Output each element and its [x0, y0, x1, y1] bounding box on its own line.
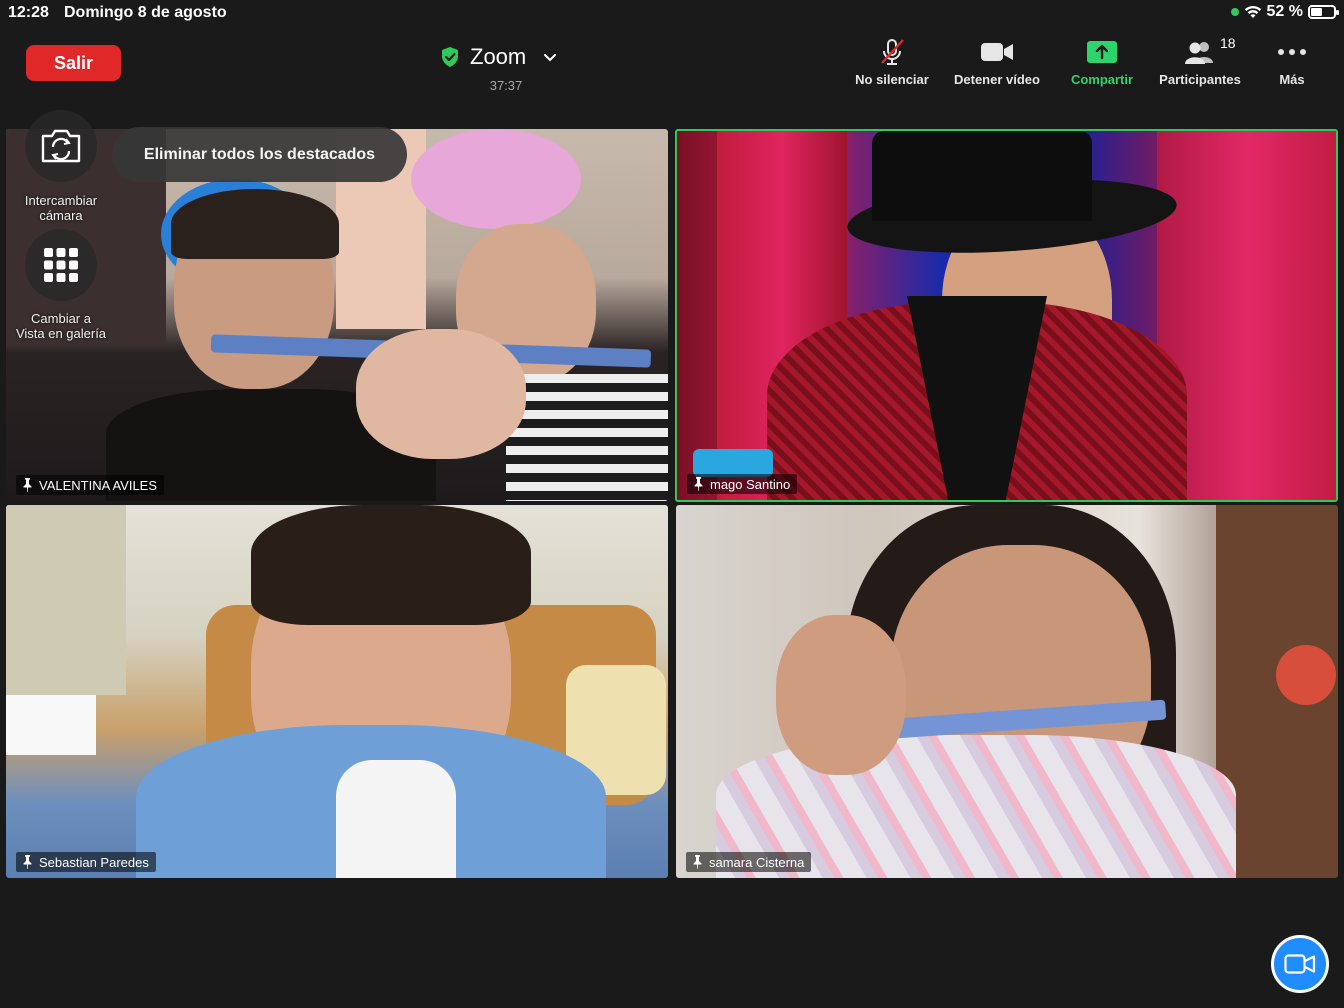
unmute-label: No silenciar	[855, 72, 929, 87]
paper-image	[6, 695, 96, 755]
hand-image	[356, 329, 526, 459]
balloon-image	[411, 129, 581, 229]
stop-video-label: Detener vídeo	[954, 72, 1040, 87]
participant-name-tag: samara Cisterna	[686, 852, 812, 872]
pin-icon	[693, 855, 702, 869]
status-bar: 12:28 Domingo 8 de agosto 52 %	[0, 0, 1344, 26]
participants-count: 18	[1220, 35, 1236, 51]
unmute-button[interactable]: No silenciar	[850, 36, 934, 87]
gallery-label-line1: Cambiar a	[31, 311, 91, 326]
remove-all-pins-button[interactable]: Eliminar todos los destacados	[112, 127, 407, 182]
meeting-title: Zoom	[470, 44, 527, 69]
participant-name-tag: mago Santino	[687, 474, 798, 494]
camera-in-use-dot	[1230, 8, 1239, 16]
more-label: Más	[1279, 72, 1305, 87]
video-tile[interactable]: Sebastian Paredes	[6, 505, 668, 878]
switch-camera-icon	[41, 129, 81, 163]
participants-icon	[1185, 42, 1213, 64]
switch-camera-label-line1: Intercambiar	[24, 193, 98, 208]
white-shirt-image	[336, 760, 456, 878]
shield-check-icon	[442, 47, 458, 67]
striped-shirt-image	[506, 374, 668, 501]
status-time: 12:28	[8, 4, 49, 21]
participant-name: mago Santino	[710, 476, 791, 492]
meeting-title-dropdown[interactable]: Zoom	[440, 44, 558, 70]
hand-image	[776, 615, 906, 775]
share-label: Compartir	[1070, 72, 1134, 87]
meeting-timer: 37:37	[489, 78, 523, 93]
microphone-muted-icon	[881, 39, 904, 65]
participant-name: VALENTINA AVILES	[39, 477, 158, 493]
floating-video-button[interactable]	[1271, 935, 1329, 993]
battery-icon	[1308, 5, 1339, 19]
top-hat-image	[872, 131, 1092, 221]
gallery-label-line2: Vista en galería	[15, 326, 107, 341]
flower-image	[1276, 645, 1336, 705]
participants-button[interactable]: 18 Participantes	[1152, 35, 1248, 87]
window-background	[6, 505, 126, 695]
magician-logo-image	[693, 449, 773, 477]
switch-camera-label-line2: cámara	[39, 208, 83, 223]
participant-name: Sebastian Paredes	[39, 854, 149, 870]
hair-image	[251, 505, 531, 625]
participants-label: Participantes	[1159, 72, 1241, 87]
more-dots-icon	[1278, 49, 1306, 55]
wifi-icon	[1244, 5, 1261, 18]
switch-camera-label: Intercambiar cámara	[1, 193, 121, 223]
participant-name-tag: Sebastian Paredes	[16, 852, 156, 872]
share-screen-icon	[1087, 41, 1117, 63]
switch-camera-button[interactable]	[25, 110, 97, 182]
battery-percent: 52 %	[1266, 3, 1303, 20]
video-camera-icon	[1284, 954, 1316, 974]
gallery-view-label: Cambiar a Vista en galería	[1, 311, 121, 341]
participant-name: samara Cisterna	[709, 854, 805, 870]
video-tile[interactable]: samara Cisterna	[676, 505, 1338, 878]
pin-icon	[23, 478, 32, 492]
video-camera-icon	[981, 43, 1013, 61]
share-button[interactable]: Compartir	[1064, 36, 1140, 87]
more-button[interactable]: Más	[1268, 36, 1316, 87]
pin-icon	[23, 855, 32, 869]
stop-video-button[interactable]: Detener vídeo	[945, 36, 1049, 87]
gallery-view-button[interactable]	[25, 229, 97, 301]
participant-name-tag: VALENTINA AVILES	[16, 475, 165, 495]
hair-image	[171, 189, 339, 259]
status-indicators: 52 %	[1230, 3, 1339, 21]
pin-icon	[694, 477, 703, 491]
leave-button[interactable]: Salir	[26, 45, 121, 81]
video-tile-active-speaker[interactable]: mago Santino	[675, 129, 1338, 502]
grid-icon	[44, 248, 78, 282]
chevron-down-icon	[544, 54, 557, 62]
status-date: Domingo 8 de agosto	[64, 4, 227, 21]
